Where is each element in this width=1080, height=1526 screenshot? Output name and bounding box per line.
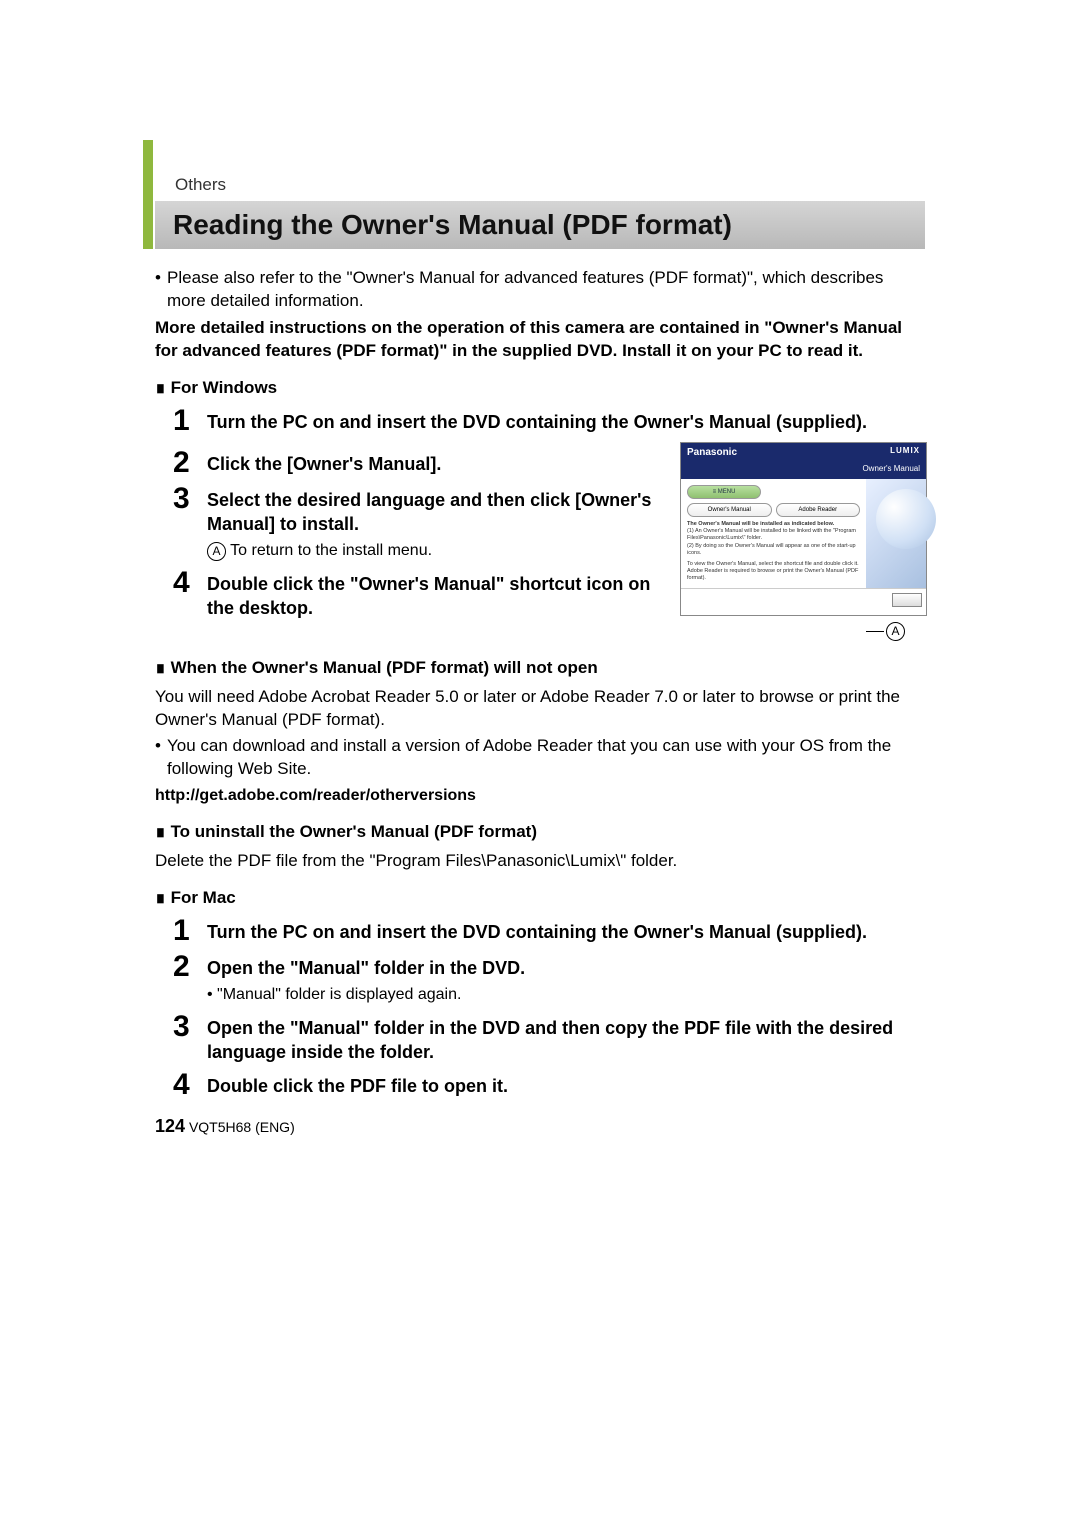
title-bar: Reading the Owner's Manual (PDF format)	[155, 201, 925, 249]
adobe-url: http://get.adobe.com/reader/otherversion…	[155, 785, 925, 807]
mac-step-2-note: • "Manual" folder is displayed again.	[207, 984, 925, 1006]
uninstall-heading: ∎ To uninstall the Owner's Manual (PDF f…	[155, 821, 925, 844]
installer-subtitle: Owner's Manual	[681, 462, 926, 479]
doc-code: VQT5H68 (ENG)	[189, 1119, 295, 1135]
installer-callout: A	[680, 620, 925, 643]
mac-step-2: 2 Open the "Manual" folder in the DVD. •…	[173, 952, 925, 1006]
win-step-3-note-text: To return to the install menu.	[230, 542, 432, 559]
intro-bold: More detailed instructions on the operat…	[155, 317, 925, 363]
installer-menu-btn: ≡ MENU	[687, 485, 761, 499]
installer-heading: The Owner's Manual will be installed as …	[687, 521, 860, 528]
intro-bullet-text: Please also refer to the "Owner's Manual…	[167, 267, 925, 313]
installer-close-btn	[892, 593, 922, 607]
not-open-bullet: • You can download and install a version…	[155, 735, 925, 781]
installer-owners-btn: Owner's Manual	[687, 503, 772, 517]
win-step-2: 2 Click the [Owner's Manual].	[173, 448, 662, 478]
installer-lumix: LUMIX	[890, 446, 920, 460]
mac-step-3-text: Open the "Manual" folder in the DVD and …	[207, 1012, 925, 1065]
win-step-1-text: Turn the PC on and insert the DVD contai…	[207, 406, 925, 434]
mac-step-2-text: Open the "Manual" folder in the DVD.	[207, 956, 925, 980]
installer-line1: (1) An Owner's Manual will be installed …	[687, 528, 860, 542]
win-step-4: 4 Double click the "Owner's Manual" shor…	[173, 568, 662, 621]
windows-heading-text: For Windows	[171, 378, 278, 397]
callout-a-icon: A	[207, 542, 226, 561]
not-open-heading-text: When the Owner's Manual (PDF format) wil…	[171, 658, 598, 677]
installer-adobe-btn: Adobe Reader	[776, 503, 861, 517]
mac-step-4-text: Double click the PDF file to open it.	[207, 1070, 925, 1098]
page-header: Others Reading the Owner's Manual (PDF f…	[155, 175, 925, 249]
not-open-heading: ∎ When the Owner's Manual (PDF format) w…	[155, 657, 925, 680]
installer-line3: To view the Owner's Manual, select the s…	[687, 561, 860, 582]
page-footer: 124 VQT5H68 (ENG)	[155, 1114, 925, 1138]
installer-screenshot: Panasonic LUMIX Owner's Manual ≡ MENU Ow…	[680, 442, 927, 616]
mac-step-2-note-text: "Manual" folder is displayed again.	[217, 986, 461, 1003]
installer-brand: Panasonic	[687, 446, 737, 460]
not-open-text: You will need Adobe Acrobat Reader 5.0 o…	[155, 686, 925, 732]
win-step-3: 3 Select the desired language and then c…	[173, 484, 662, 562]
win-step-2-text: Click the [Owner's Manual].	[207, 448, 662, 476]
mac-step-1-text: Turn the PC on and insert the DVD contai…	[207, 916, 925, 944]
installer-disc-graphic	[866, 479, 926, 588]
win-step-1: 1 Turn the PC on and insert the DVD cont…	[173, 406, 925, 436]
mac-step-1: 1 Turn the PC on and insert the DVD cont…	[173, 916, 925, 946]
accent-bar	[143, 140, 153, 249]
mac-heading-text: For Mac	[171, 888, 236, 907]
section-label: Others	[175, 175, 925, 195]
mac-heading: ∎ For Mac	[155, 887, 925, 910]
windows-heading: ∎ For Windows	[155, 377, 925, 400]
uninstall-heading-text: To uninstall the Owner's Manual (PDF for…	[171, 822, 537, 841]
not-open-bullet-text: You can download and install a version o…	[167, 735, 925, 781]
callout-a-label: A	[886, 622, 905, 641]
uninstall-text: Delete the PDF file from the "Program Fi…	[155, 850, 925, 873]
win-step-4-text: Double click the "Owner's Manual" shortc…	[207, 568, 662, 621]
mac-step-3: 3 Open the "Manual" folder in the DVD an…	[173, 1012, 925, 1065]
win-step-3-text: Select the desired language and then cli…	[207, 488, 662, 537]
win-step-3-note: A To return to the install menu.	[207, 540, 662, 562]
installer-line2: (2) By doing so the Owner's Manual will …	[687, 543, 860, 557]
intro-bullet: • Please also refer to the "Owner's Manu…	[155, 267, 925, 313]
page-number: 124	[155, 1116, 185, 1136]
page-title: Reading the Owner's Manual (PDF format)	[173, 209, 732, 240]
mac-step-4: 4 Double click the PDF file to open it.	[173, 1070, 925, 1100]
